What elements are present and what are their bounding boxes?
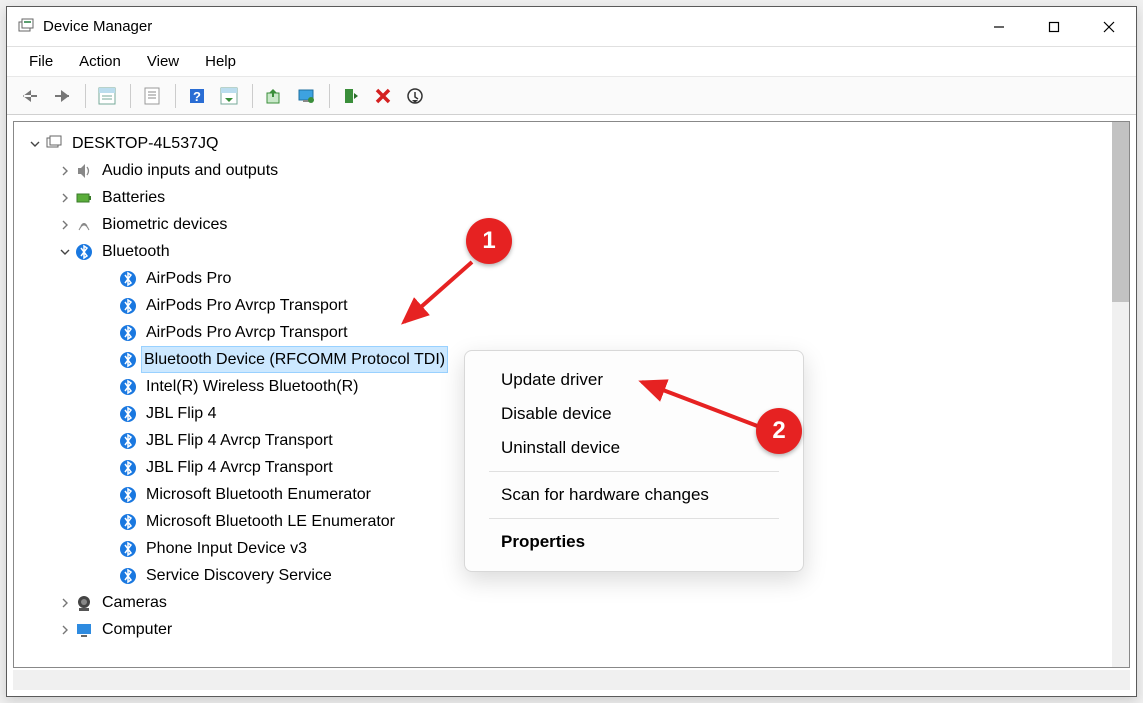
tree-label: Phone Input Device v3: [144, 536, 309, 562]
tree-device[interactable]: AirPods Pro Avrcp Transport: [14, 292, 1129, 319]
tree-category-cameras[interactable]: Cameras: [14, 589, 1129, 616]
bluetooth-icon: [118, 458, 138, 478]
tree-label: Intel(R) Wireless Bluetooth(R): [144, 374, 361, 400]
chevron-down-icon[interactable]: [28, 137, 42, 151]
bluetooth-icon: [118, 566, 138, 586]
enable-device-button[interactable]: [336, 82, 366, 110]
tree-category-computer[interactable]: Computer: [14, 616, 1129, 643]
menu-help[interactable]: Help: [193, 49, 248, 74]
bluetooth-icon: [118, 512, 138, 532]
svg-text:?: ?: [193, 89, 201, 104]
monitor-icon: [74, 620, 94, 640]
bluetooth-icon: [118, 377, 138, 397]
context-separator: [489, 471, 779, 472]
annotation-bubble-1: 1: [466, 218, 512, 264]
battery-icon: [74, 188, 94, 208]
action-button[interactable]: [214, 82, 244, 110]
context-scan-hardware[interactable]: Scan for hardware changes: [465, 478, 803, 512]
chevron-down-icon[interactable]: [58, 245, 72, 259]
nav-forward-button[interactable]: [47, 82, 77, 110]
tree-label: Computer: [100, 617, 174, 643]
tree-label: Microsoft Bluetooth Enumerator: [144, 482, 373, 508]
toolbar-separator: [85, 84, 86, 108]
tree-category-biometric[interactable]: Biometric devices: [14, 211, 1129, 238]
uninstall-device-button[interactable]: [368, 82, 398, 110]
scan-hardware-button[interactable]: [291, 82, 321, 110]
bluetooth-icon: [118, 539, 138, 559]
toolbar-separator: [175, 84, 176, 108]
tree-label: Cameras: [100, 590, 169, 616]
bluetooth-icon: [118, 404, 138, 424]
bluetooth-icon: [118, 296, 138, 316]
tree-label: AirPods Pro Avrcp Transport: [144, 320, 350, 346]
statusbar: [13, 670, 1130, 690]
chevron-right-icon[interactable]: [58, 623, 72, 637]
tree-device[interactable]: AirPods Pro: [14, 265, 1129, 292]
bluetooth-icon: [118, 323, 138, 343]
chevron-right-icon[interactable]: [58, 191, 72, 205]
tree-category-batteries[interactable]: Batteries: [14, 184, 1129, 211]
tree-label: Audio inputs and outputs: [100, 158, 280, 184]
context-properties[interactable]: Properties: [465, 525, 803, 559]
disable-device-button[interactable]: [400, 82, 430, 110]
properties-button[interactable]: [137, 82, 167, 110]
context-menu: Update driver Disable device Uninstall d…: [464, 350, 804, 572]
menubar: File Action View Help: [7, 47, 1136, 77]
tree-label: Microsoft Bluetooth LE Enumerator: [144, 509, 397, 535]
show-hide-tree-button[interactable]: [92, 82, 122, 110]
tree-label: JBL Flip 4 Avrcp Transport: [144, 428, 335, 454]
toolbar: ?: [7, 77, 1136, 115]
tree-root-label: DESKTOP-4L537JQ: [70, 131, 220, 157]
titlebar: Device Manager: [7, 7, 1136, 47]
context-separator: [489, 518, 779, 519]
toolbar-separator: [130, 84, 131, 108]
update-driver-button[interactable]: [259, 82, 289, 110]
tree-label: Biometric devices: [100, 212, 229, 238]
speaker-icon: [74, 161, 94, 181]
window-controls: [971, 7, 1136, 47]
scrollbar-thumb[interactable]: [1112, 122, 1129, 302]
help-button[interactable]: ?: [182, 82, 212, 110]
tree-label: Batteries: [100, 185, 167, 211]
window-title: Device Manager: [43, 18, 971, 35]
computer-icon: [44, 134, 64, 154]
scrollbar-track[interactable]: [1112, 122, 1129, 667]
context-update-driver[interactable]: Update driver: [465, 363, 803, 397]
bluetooth-icon: [118, 350, 138, 370]
tree-device[interactable]: AirPods Pro Avrcp Transport: [14, 319, 1129, 346]
fingerprint-icon: [74, 215, 94, 235]
nav-back-button[interactable]: [15, 82, 45, 110]
context-disable-device[interactable]: Disable device: [465, 397, 803, 431]
bluetooth-icon: [118, 269, 138, 289]
bluetooth-icon: [74, 242, 94, 262]
tree-label: Bluetooth: [100, 239, 172, 265]
maximize-button[interactable]: [1026, 7, 1081, 47]
annotation-bubble-2: 2: [756, 408, 802, 454]
menu-view[interactable]: View: [135, 49, 191, 74]
toolbar-separator: [252, 84, 253, 108]
tree-label: AirPods Pro Avrcp Transport: [144, 293, 350, 319]
context-uninstall-device[interactable]: Uninstall device: [465, 431, 803, 465]
menu-action[interactable]: Action: [67, 49, 133, 74]
chevron-right-icon[interactable]: [58, 164, 72, 178]
bluetooth-icon: [118, 431, 138, 451]
menu-file[interactable]: File: [17, 49, 65, 74]
tree-label: JBL Flip 4: [144, 401, 219, 427]
tree-label: Bluetooth Device (RFCOMM Protocol TDI): [141, 346, 448, 374]
toolbar-separator: [329, 84, 330, 108]
chevron-right-icon[interactable]: [58, 218, 72, 232]
app-icon: [17, 18, 35, 36]
tree-label: AirPods Pro: [144, 266, 233, 292]
tree-category-audio[interactable]: Audio inputs and outputs: [14, 157, 1129, 184]
chevron-right-icon[interactable]: [58, 596, 72, 610]
close-button[interactable]: [1081, 7, 1136, 47]
tree-label: Service Discovery Service: [144, 563, 334, 589]
minimize-button[interactable]: [971, 7, 1026, 47]
camera-icon: [74, 593, 94, 613]
tree-label: JBL Flip 4 Avrcp Transport: [144, 455, 335, 481]
tree-category-bluetooth[interactable]: Bluetooth: [14, 238, 1129, 265]
bluetooth-icon: [118, 485, 138, 505]
tree-root[interactable]: DESKTOP-4L537JQ: [14, 130, 1129, 157]
